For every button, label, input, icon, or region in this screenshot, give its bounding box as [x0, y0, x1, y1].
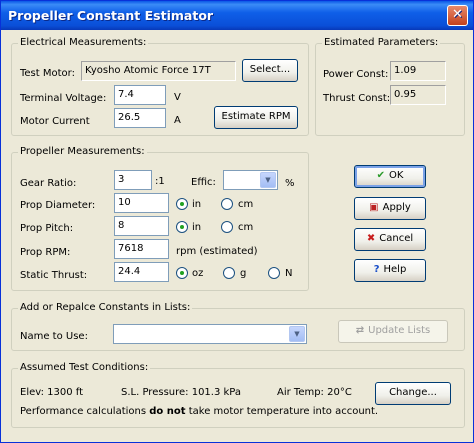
- effic-label: Effic:: [191, 177, 216, 188]
- update-lists-button[interactable]: ⇄ Update Lists: [338, 320, 448, 343]
- diameter-cm-label: cm: [238, 199, 254, 210]
- update-icon: ⇄: [355, 325, 365, 336]
- prop-diameter-label: Prop Diameter:: [20, 200, 96, 211]
- diameter-in-label: in: [192, 199, 202, 210]
- ok-label: OK: [388, 170, 404, 181]
- power-const-label: Power Const:: [323, 69, 389, 80]
- ok-button[interactable]: ✔ OK: [354, 165, 426, 188]
- prop-rpm-label: Prop RPM:: [20, 247, 71, 258]
- thrust-const-label: Thrust Const:: [323, 93, 391, 104]
- gear-ratio-suffix: :1: [155, 176, 165, 187]
- prop-rpm-input[interactable]: 7618: [114, 239, 169, 259]
- apply-button[interactable]: ▣ Apply: [354, 197, 426, 220]
- test-motor-label: Test Motor:: [20, 68, 75, 79]
- terminal-voltage-label: Terminal Voltage:: [20, 93, 107, 104]
- thrust-oz-label: oz: [192, 268, 204, 279]
- chevron-down-icon[interactable]: ▼: [260, 172, 276, 188]
- prop-rpm-note: rpm (estimated): [176, 246, 258, 257]
- close-icon[interactable]: ✕: [447, 5, 468, 26]
- update-lists-label: Update Lists: [368, 325, 431, 336]
- voltage-unit: V: [174, 92, 181, 103]
- dialog-window: Propeller Constant Estimator ✕ Electrica…: [0, 0, 474, 443]
- cancel-label: Cancel: [379, 233, 414, 244]
- pitch-in-radio[interactable]: [176, 221, 188, 233]
- note-prefix: Performance calculations: [20, 406, 150, 417]
- performance-note: Performance calculations do not take mot…: [20, 406, 378, 417]
- constants-legend: Add or Repalce Constants in Lists:: [18, 302, 193, 313]
- apply-label: Apply: [382, 202, 411, 213]
- motor-current-input[interactable]: 26.5: [114, 108, 166, 128]
- current-unit: A: [174, 115, 181, 126]
- efficiency-select[interactable]: ▼: [223, 170, 278, 190]
- electrical-legend: Electrical Measurements:: [18, 37, 149, 48]
- static-thrust-label: Static Thrust:: [20, 270, 88, 281]
- power-const-field: 1.09: [390, 61, 446, 81]
- cross-icon: ✖: [366, 233, 376, 244]
- pitch-cm-radio[interactable]: [221, 221, 233, 233]
- thrust-n-label: N: [285, 268, 293, 279]
- help-label: Help: [383, 264, 407, 275]
- checkmark-icon: ✔: [376, 170, 385, 181]
- terminal-voltage-input[interactable]: 7.4: [114, 85, 166, 105]
- diameter-in-radio[interactable]: [176, 198, 188, 210]
- prop-pitch-input[interactable]: 8: [114, 216, 169, 236]
- diameter-cm-radio[interactable]: [221, 198, 233, 210]
- thrust-const-field: 0.95: [390, 85, 446, 105]
- title-bar[interactable]: Propeller Constant Estimator ✕: [1, 1, 473, 30]
- static-thrust-input[interactable]: 24.4: [114, 262, 169, 282]
- help-button[interactable]: ? Help: [354, 259, 426, 282]
- note-bold: do not: [149, 406, 186, 417]
- estimated-legend: Estimated Parameters:: [322, 37, 441, 48]
- conditions-legend: Assumed Test Conditions:: [18, 362, 151, 373]
- thrust-g-radio[interactable]: [223, 267, 235, 279]
- name-to-use-select[interactable]: ▼: [113, 324, 307, 344]
- propeller-legend: Propeller Measurements:: [18, 146, 147, 157]
- thrust-n-radio[interactable]: [268, 267, 280, 279]
- gear-ratio-input[interactable]: 3: [114, 170, 152, 190]
- motor-current-label: Motor Current: [20, 116, 90, 127]
- thrust-g-label: g: [240, 268, 247, 279]
- prop-diameter-input[interactable]: 10: [114, 193, 169, 213]
- air-temp-text: Air Temp: 20°C: [277, 387, 352, 398]
- note-suffix: take motor temperature into account.: [185, 406, 379, 417]
- window-title: Propeller Constant Estimator: [8, 8, 214, 23]
- cancel-button[interactable]: ✖ Cancel: [354, 228, 426, 251]
- chevron-down-icon[interactable]: ▼: [289, 326, 305, 342]
- pressure-text: S.L. Pressure: 101.3 kPa: [121, 387, 242, 398]
- thrust-oz-radio[interactable]: [176, 267, 188, 279]
- name-to-use-label: Name to Use:: [20, 331, 88, 342]
- change-conditions-button[interactable]: Change...: [375, 382, 451, 405]
- estimate-rpm-button[interactable]: Estimate RPM: [214, 106, 298, 129]
- test-motor-field: Kyosho Atomic Force 17T: [81, 61, 236, 81]
- elevation-text: Elev: 1300 ft: [20, 387, 84, 398]
- effic-unit: %: [285, 178, 295, 189]
- apply-icon: ▣: [369, 202, 379, 213]
- pitch-cm-label: cm: [238, 222, 254, 233]
- question-icon: ?: [373, 264, 380, 275]
- select-motor-button[interactable]: Select...: [242, 59, 298, 82]
- prop-pitch-label: Prop Pitch:: [20, 223, 74, 234]
- gear-ratio-label: Gear Ratio:: [20, 178, 77, 189]
- pitch-in-label: in: [192, 222, 202, 233]
